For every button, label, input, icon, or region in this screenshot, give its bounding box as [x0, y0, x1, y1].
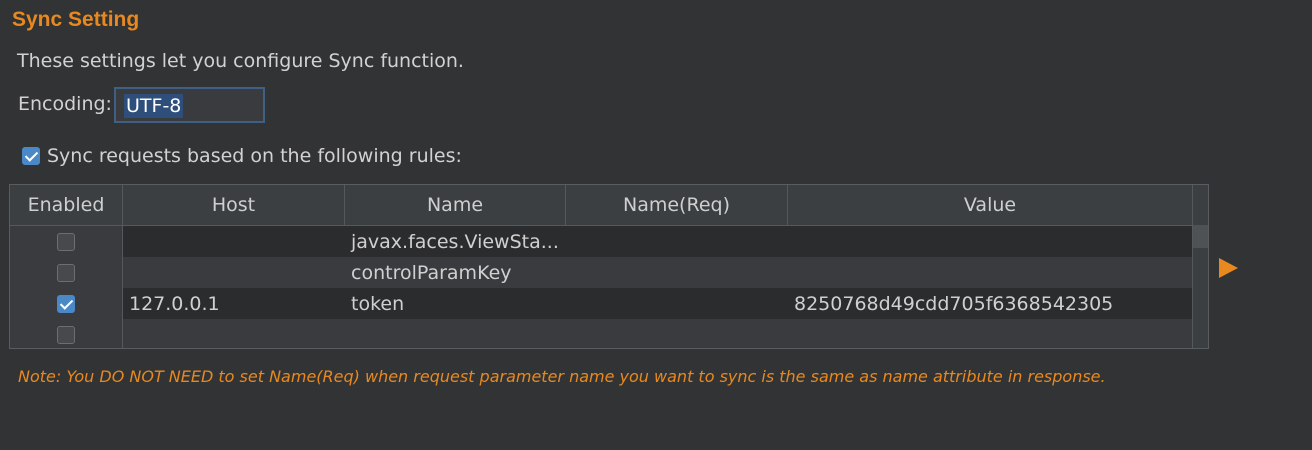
column-header-host[interactable]: Host — [123, 185, 345, 225]
name-cell[interactable]: javax.faces.ViewSta... — [345, 226, 566, 257]
table-row[interactable]: controlParamKey — [10, 257, 1193, 288]
section-title: Sync Setting — [12, 8, 140, 31]
name-cell[interactable] — [345, 319, 566, 348]
name-req-cell[interactable] — [566, 257, 788, 288]
row-enabled-checkbox[interactable] — [57, 294, 75, 313]
column-header-value[interactable]: Value — [788, 185, 1193, 225]
table-row[interactable]: javax.faces.ViewSta... — [10, 226, 1193, 257]
vertical-scrollbar[interactable] — [1192, 185, 1208, 348]
note-text: Note: You DO NOT NEED to set Name(Req) w… — [18, 367, 1106, 386]
column-header-name[interactable]: Name — [345, 185, 566, 225]
host-cell[interactable]: 127.0.0.1 — [123, 288, 345, 319]
row-enabled-checkbox[interactable] — [57, 325, 75, 344]
rules-table: Enabled Host Name Name(Req) Value javax.… — [9, 184, 1209, 349]
encoding-label: Encoding: — [18, 93, 112, 115]
table-body: javax.faces.ViewSta... controlParamKey 1… — [10, 226, 1193, 348]
name-req-cell[interactable] — [566, 319, 788, 348]
host-cell[interactable] — [123, 257, 345, 288]
value-cell[interactable] — [788, 319, 1193, 348]
enabled-cell — [10, 319, 123, 348]
encoding-input[interactable]: UTF-8 — [114, 87, 265, 123]
table-row[interactable]: 127.0.0.1 token 8250768d49cdd705f6368542… — [10, 288, 1193, 319]
value-cell[interactable] — [788, 226, 1193, 257]
sync-rules-checkbox[interactable] — [22, 147, 40, 165]
enabled-cell — [10, 288, 123, 319]
name-req-cell[interactable] — [566, 226, 788, 257]
sync-rules-label: Sync requests based on the following rul… — [47, 145, 462, 167]
sync-rules-toggle[interactable]: Sync requests based on the following rul… — [22, 145, 462, 167]
row-enabled-checkbox[interactable] — [57, 232, 75, 251]
column-header-name-req[interactable]: Name(Req) — [566, 185, 788, 225]
host-cell[interactable] — [123, 319, 345, 348]
column-header-enabled[interactable]: Enabled — [10, 185, 123, 225]
name-cell[interactable]: token — [345, 288, 566, 319]
value-cell[interactable]: 8250768d49cdd705f6368542305 — [788, 288, 1193, 319]
encoding-value: UTF-8 — [124, 94, 184, 118]
name-req-cell[interactable] — [566, 288, 788, 319]
host-cell[interactable] — [123, 226, 345, 257]
table-header: Enabled Host Name Name(Req) Value — [10, 185, 1193, 226]
value-cell[interactable] — [788, 257, 1193, 288]
enabled-cell — [10, 257, 123, 288]
sync-setting-panel: Sync Setting These settings let you conf… — [0, 0, 1312, 450]
row-enabled-checkbox[interactable] — [57, 263, 75, 282]
table-row[interactable] — [10, 319, 1193, 348]
triangle-right-icon[interactable] — [1219, 258, 1238, 278]
scrollbar-thumb[interactable] — [1193, 225, 1208, 248]
name-cell[interactable]: controlParamKey — [345, 257, 566, 288]
enabled-cell — [10, 226, 123, 257]
description-text: These settings let you configure Sync fu… — [17, 50, 464, 72]
